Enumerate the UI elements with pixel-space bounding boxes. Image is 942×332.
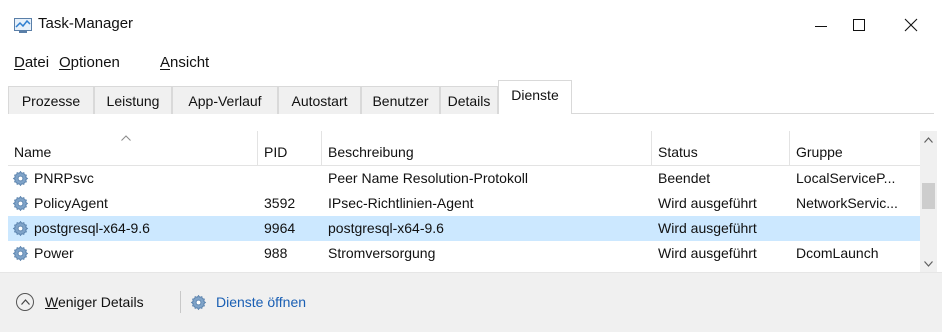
cell-name: Power [34, 245, 74, 261]
menu-datei-accel: D [14, 54, 25, 71]
column-header-beschreibung[interactable]: Beschreibung [322, 131, 652, 165]
cell-beschreibung: postgresql-x64-9.6 [328, 220, 444, 236]
cell-beschreibung: Stromversorgung [328, 245, 436, 261]
tab-details[interactable]: Details [440, 86, 498, 114]
open-services-label: Dienste öffnen [216, 294, 307, 310]
menu-ansicht[interactable]: Ansicht [160, 54, 209, 71]
cell-gruppe: LocalServiceP... [796, 170, 896, 186]
window-title: Task-Manager [38, 15, 134, 32]
table-header: Name PID Beschreibung Status Gruppe [8, 131, 920, 166]
table-row[interactable]: PNRPsvc Peer Name Resolution-Protokoll B… [8, 166, 920, 191]
gear-icon [190, 294, 207, 310]
tab-benutzer[interactable]: Benutzer [361, 86, 440, 114]
tab-app-verlauf[interactable]: App-Verlauf [172, 86, 278, 114]
cell-name: PNRPsvc [34, 170, 94, 186]
table-row[interactable]: Power 988 Stromversorgung Wird ausgeführ… [8, 241, 920, 266]
tab-autostart[interactable]: Autostart [278, 86, 361, 114]
cell-gruppe [790, 216, 920, 241]
menu-optionen[interactable]: Optionen [59, 54, 120, 71]
task-manager-icon [14, 18, 32, 33]
chevron-up-icon [924, 136, 933, 143]
services-panel: Name PID Beschreibung Status Gruppe PNRP… [8, 114, 934, 272]
cell-status: Beendet [658, 170, 711, 186]
column-header-gruppe[interactable]: Gruppe [790, 131, 920, 165]
fewer-details-label: Weniger Details [45, 294, 144, 310]
fewer-details-text: eniger Details [57, 294, 144, 310]
footer-bar: Weniger Details Dienste öffnen [0, 273, 942, 332]
task-manager-window: Task-Manager Datei Optionen Ansicht Proz… [0, 0, 942, 332]
maximize-button[interactable] [836, 0, 882, 50]
scrollbar-thumb[interactable] [922, 183, 935, 209]
close-icon [904, 18, 918, 32]
menu-optionen-accel: O [59, 54, 71, 71]
fewer-details-button[interactable]: Weniger Details [16, 290, 144, 314]
cell-status: Wird ausgeführt [658, 245, 757, 261]
fewer-details-accel: W [45, 294, 58, 310]
chevron-up-circle-icon [16, 293, 34, 311]
menu-ansicht-accel: A [160, 54, 171, 71]
tab-leistung[interactable]: Leistung [94, 86, 172, 114]
sort-ascending-icon [121, 135, 131, 141]
column-header-status[interactable]: Status [652, 131, 790, 165]
cell-pid: 9964 [264, 220, 296, 236]
column-header-name-label: Name [14, 144, 52, 160]
cell-beschreibung: IPsec-Richtlinien-Agent [328, 195, 474, 211]
cell-pid [258, 166, 322, 191]
cell-name: PolicyAgent [34, 195, 108, 211]
menu-datei-label: atei [24, 54, 50, 71]
minimize-icon [815, 25, 827, 27]
vertical-scrollbar[interactable] [920, 131, 937, 272]
open-services-link[interactable]: Dienste öffnen [190, 290, 306, 314]
cell-status: Wird ausgeführt [658, 220, 757, 236]
cell-beschreibung: Peer Name Resolution-Protokoll [328, 170, 528, 186]
close-button[interactable] [888, 0, 934, 50]
chevron-down-icon [924, 260, 933, 267]
table-row-selected[interactable]: postgresql-x64-9.6 9964 postgresql-x64-9… [8, 216, 920, 241]
tab-strip: Prozesse Leistung App-Verlauf Autostart … [8, 80, 934, 114]
tab-dienste[interactable]: Dienste [498, 80, 572, 114]
menu-optionen-label: ptionen [70, 54, 120, 71]
column-header-pid[interactable]: PID [258, 131, 322, 165]
tab-prozesse[interactable]: Prozesse [8, 86, 94, 114]
footer-separator [180, 291, 181, 313]
menu-datei[interactable]: Datei [14, 54, 49, 71]
column-header-name[interactable]: Name [8, 131, 258, 165]
cell-gruppe: NetworkServic... [796, 195, 898, 211]
cell-gruppe: DcomLaunch [796, 245, 879, 261]
scroll-up-button[interactable] [920, 131, 937, 148]
cell-name: postgresql-x64-9.6 [34, 220, 150, 236]
scroll-down-button[interactable] [920, 255, 937, 272]
cell-pid: 3592 [264, 195, 296, 211]
cell-status: Wird ausgeführt [658, 195, 757, 211]
menu-ansicht-label: nsicht [170, 54, 210, 71]
maximize-icon [853, 19, 865, 31]
table-row[interactable]: PolicyAgent 3592 IPsec-Richtlinien-Agent… [8, 191, 920, 216]
title-bar[interactable]: Task-Manager [0, 0, 942, 50]
cell-pid: 988 [264, 245, 288, 261]
